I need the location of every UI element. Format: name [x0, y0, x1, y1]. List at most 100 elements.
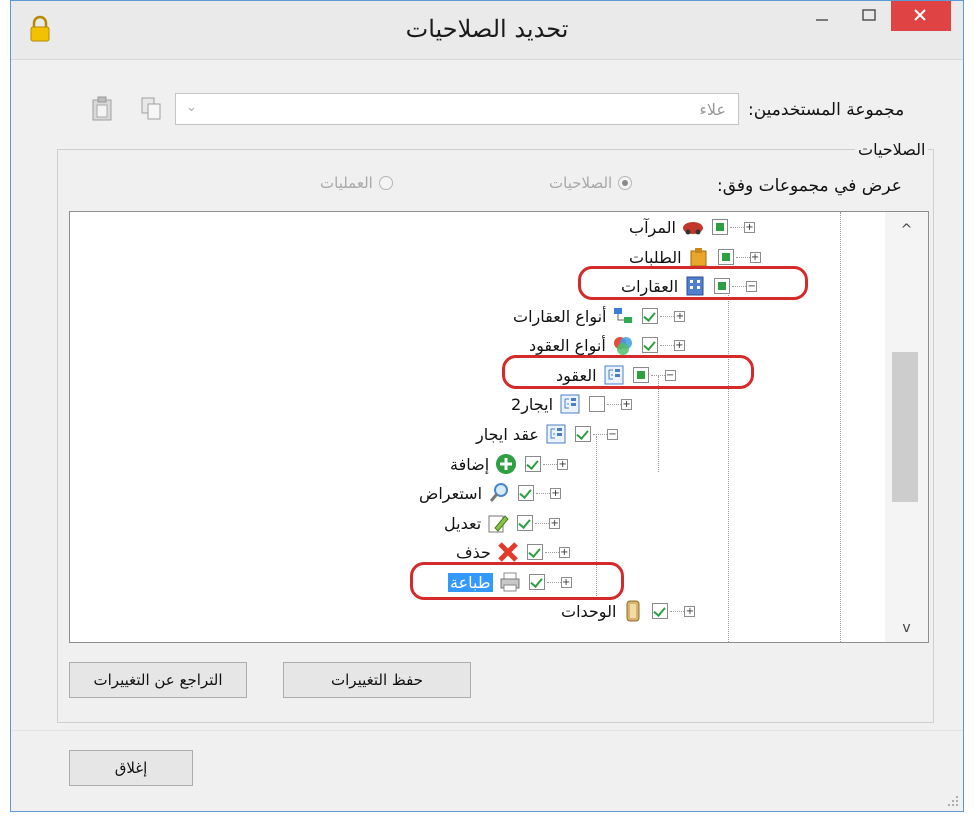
tree-node-label: ايجار2 — [511, 394, 554, 414]
chevron-down-icon: ⌄ — [186, 100, 197, 115]
tree-guide-line — [728, 284, 729, 642]
revert-changes-button[interactable]: التراجع عن التغييرات — [69, 662, 247, 698]
tree-expander[interactable]: + — [557, 458, 569, 470]
tree-node-checkbox[interactable] — [525, 456, 542, 472]
annotation-highlight-ring — [578, 266, 808, 300]
tree-node-rent2[interactable]: ايجار2 + — [505, 391, 633, 417]
maximize-icon — [862, 9, 876, 21]
paste-icon[interactable] — [90, 96, 114, 122]
resize-grip-icon[interactable] — [947, 795, 959, 807]
tree-node-edit[interactable]: تعديل + — [438, 510, 561, 536]
tree-node-label: تعديل — [444, 513, 482, 533]
tree-vertical-scrollbar[interactable]: ^ v — [885, 212, 928, 642]
garage-icon — [682, 222, 703, 235]
tree-node-label: المرآب — [629, 217, 676, 237]
dialog-client: مجموعة المستخدمين: علاء ⌄ الصلاحيات عرض … — [11, 60, 963, 811]
tree-connector — [660, 315, 675, 317]
property-types-icon — [614, 308, 633, 323]
tree-connector — [543, 463, 558, 465]
annotation-highlight-ring — [502, 355, 754, 389]
tree-expander[interactable]: + — [743, 221, 755, 233]
tree-expander[interactable]: + — [558, 546, 570, 558]
permissions-group-title: الصلاحيات — [855, 140, 929, 159]
tree-node-label: عقد ايجار — [476, 424, 539, 444]
tree-node-label: الوحدات — [561, 601, 617, 621]
tree-guide-line — [658, 376, 659, 472]
tree-expander[interactable]: + — [749, 251, 761, 263]
permissions-tree[interactable]: المرآب + الطلبات + العقارات − أنواع العق… — [69, 211, 929, 643]
add-icon — [496, 454, 517, 474]
tree-node-lease-contract[interactable]: عقد ايجار − — [470, 421, 618, 447]
save-changes-button[interactable]: حفظ التغييرات — [283, 662, 471, 698]
tree-node-label: حذف — [456, 542, 491, 562]
tree-node-label: إضافة — [450, 454, 490, 474]
tree-node-checkbox[interactable] — [574, 426, 591, 442]
tree-node-checkbox[interactable] — [518, 485, 535, 501]
close-icon — [914, 9, 926, 21]
tree-connector — [607, 403, 622, 405]
minimize-button[interactable] — [799, 1, 845, 31]
permissions-window: تحديد الصلاحيات مجموعة المستخدمين: علاء … — [10, 0, 964, 812]
tree-node-checkbox[interactable] — [517, 515, 534, 531]
tree-node-checkbox[interactable] — [589, 396, 606, 412]
tree-node-checkbox[interactable] — [652, 603, 669, 619]
minimize-icon — [816, 19, 828, 21]
radio-permissions-label: الصلاحيات — [549, 174, 613, 192]
delete-icon — [498, 542, 518, 562]
tree-connector — [536, 492, 551, 494]
search-icon — [489, 483, 509, 502]
tree-expander[interactable]: + — [549, 517, 561, 529]
users-group-dropdown[interactable]: علاء ⌄ — [175, 93, 739, 125]
radio-operations[interactable]: العمليات — [320, 174, 393, 192]
scroll-up-button[interactable]: ^ — [885, 222, 928, 238]
tree-node-checkbox[interactable] — [642, 308, 659, 324]
users-group-label: مجموعة المستخدمين: — [748, 100, 905, 120]
edit-icon — [488, 515, 509, 533]
tree-expander[interactable]: + — [673, 339, 685, 351]
tree-connector — [670, 610, 685, 612]
scroll-down-button[interactable]: v — [885, 620, 928, 636]
orders-icon — [690, 248, 707, 267]
view-by-label: عرض في مجموعات وفق: — [717, 176, 902, 196]
title-bar[interactable]: تحديد الصلاحيات — [11, 1, 963, 60]
radio-operations-dot[interactable] — [378, 176, 393, 190]
tree-node-units[interactable]: الوحدات + — [555, 598, 696, 624]
tree-expander[interactable]: + — [621, 398, 633, 410]
tree-connector — [592, 433, 607, 435]
contracts-icon — [546, 424, 566, 444]
tree-node-checkbox[interactable] — [641, 337, 658, 353]
tree-node-label: استعراض — [419, 483, 483, 503]
tree-connector — [735, 256, 750, 258]
tree-node-label: أنواع العقارات — [513, 306, 607, 326]
tree-node-checkbox[interactable] — [526, 544, 543, 560]
contracts-icon — [560, 394, 580, 414]
tree-connector — [659, 344, 674, 346]
tree-guide-line — [840, 212, 841, 642]
tree-expander[interactable]: + — [684, 605, 696, 617]
close-window-button[interactable] — [891, 1, 951, 31]
annotation-highlight-ring — [410, 562, 624, 600]
tree-node-checkbox[interactable] — [717, 249, 734, 265]
tree-connector — [729, 226, 744, 228]
tree-node-add[interactable]: إضافة + — [444, 451, 569, 477]
tree-node-property-types[interactable]: أنواع العقارات + — [507, 303, 686, 329]
scroll-thumb[interactable] — [892, 352, 918, 502]
maximize-button[interactable] — [846, 1, 892, 31]
footer-divider — [11, 730, 963, 731]
tree-expander[interactable]: + — [550, 487, 562, 499]
contract-types-icon — [613, 337, 632, 355]
tree-node-browse[interactable]: استعراض + — [413, 480, 562, 506]
tree-node-label: الطلبات — [629, 247, 682, 267]
tree-node-garage[interactable]: المرآب + — [623, 214, 755, 240]
radio-permissions-dot[interactable] — [618, 176, 633, 190]
copy-icon[interactable] — [139, 96, 163, 122]
tree-expander[interactable]: − — [606, 428, 618, 440]
close-button[interactable]: إغلاق — [69, 750, 193, 786]
tree-expander[interactable]: + — [674, 310, 686, 322]
units-icon — [626, 600, 640, 622]
tree-connector — [544, 551, 559, 553]
users-group-value: علاء — [699, 100, 726, 119]
tree-node-checkbox[interactable] — [711, 219, 728, 235]
radio-permissions[interactable]: الصلاحيات — [549, 174, 633, 192]
radio-operations-label: العمليات — [320, 174, 373, 192]
